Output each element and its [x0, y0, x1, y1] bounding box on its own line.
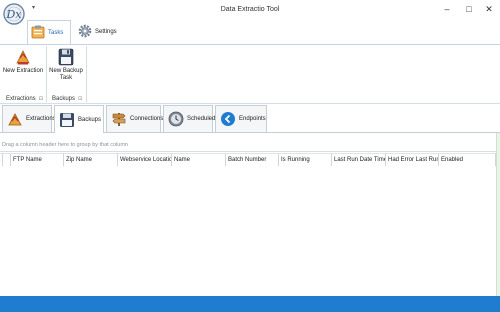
floppy-disk-icon	[59, 112, 75, 128]
group-label-backups: Backups ⊡	[52, 96, 82, 102]
column-header-name[interactable]: Name	[171, 154, 225, 166]
column-header-is-running[interactable]: Is Running	[278, 154, 331, 166]
new-extraction-button[interactable]: New Extraction	[2, 48, 44, 75]
gear-icon	[78, 24, 92, 40]
maximize-button[interactable]: □	[462, 3, 476, 15]
ribbon-tab-label: Tasks	[48, 29, 64, 36]
ribbon-tab-label: Settings	[95, 29, 117, 35]
tab-label: Connections	[130, 116, 164, 122]
group-by-hint: Drag a column header here to group by th…	[2, 142, 128, 148]
grid-body[interactable]	[0, 167, 498, 294]
new-backup-task-button[interactable]: New Backup Task	[46, 48, 86, 82]
group-name-extractions: Extractions	[6, 96, 36, 102]
ribbon-group-separator	[46, 46, 47, 102]
group-name-backups: Backups	[52, 96, 76, 102]
minimize-button[interactable]: –	[440, 3, 454, 15]
status-bar	[0, 296, 500, 312]
new-extraction-label: New Extraction	[2, 68, 44, 74]
ribbon-tab-tasks[interactable]: Tasks	[27, 20, 71, 44]
tab-endpoints[interactable]: Endpoints	[215, 105, 267, 132]
column-header-last-run-date-time[interactable]: Last Run Date Time	[331, 154, 385, 166]
group-launcher-icon[interactable]: ⊡	[39, 96, 43, 102]
column-header-enabled[interactable]: Enabled	[438, 154, 496, 166]
group-launcher-icon[interactable]: ⊡	[78, 96, 82, 102]
ribbon-group-separator	[86, 46, 87, 102]
new-backup-task-label-line2: Task	[59, 75, 73, 81]
new-backup-task-label-line1: New Backup	[49, 68, 83, 74]
tab-backups[interactable]: Backups	[54, 105, 104, 133]
side-panel-edge	[496, 133, 500, 296]
column-header-ftp-name[interactable]: FTP Name	[10, 154, 63, 166]
group-label-extractions: Extractions ⊡	[6, 96, 43, 102]
tab-label: Scheduled	[187, 116, 216, 122]
clock-icon	[168, 111, 184, 127]
tasks-icon	[31, 25, 45, 41]
tab-extractions[interactable]: Extractions	[2, 105, 56, 132]
tab-connections[interactable]: Connections	[106, 105, 164, 132]
signpost-icon	[111, 111, 127, 127]
tab-label: Backups	[78, 116, 102, 123]
floppy-disk-icon	[58, 48, 74, 66]
column-header-webservice-location[interactable]: Webservice Location	[117, 154, 171, 166]
extraction-icon	[15, 48, 31, 66]
tab-label: Extractions	[26, 116, 56, 122]
row-indicator-header	[2, 154, 10, 166]
column-header-batch-number[interactable]: Batch Number	[225, 154, 278, 166]
tab-label: Endpoints	[239, 116, 266, 122]
column-header-zip-name[interactable]: Zip Name	[63, 154, 117, 166]
extraction-icon	[7, 111, 23, 127]
window-title: Data Extractio Tool	[220, 6, 280, 13]
endpoint-icon	[220, 111, 236, 127]
tab-scheduled[interactable]: Scheduled	[163, 105, 216, 132]
close-button[interactable]: ✕	[482, 3, 496, 15]
ribbon-tab-settings[interactable]: Settings	[78, 20, 124, 44]
column-header-had-error-last-run[interactable]: Had Error Last Run	[385, 154, 438, 166]
